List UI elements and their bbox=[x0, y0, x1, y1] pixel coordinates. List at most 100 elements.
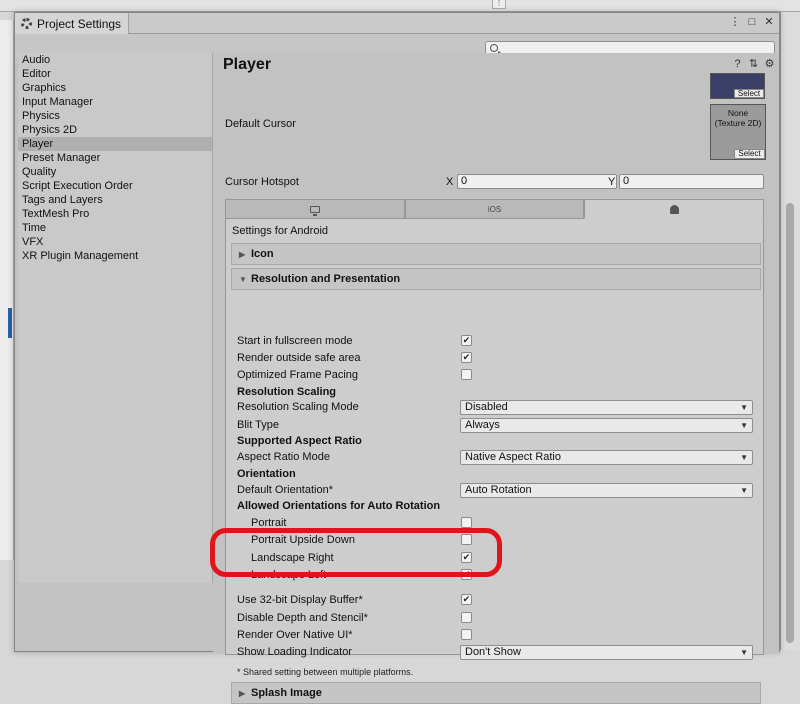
sidebar-item[interactable]: Player bbox=[18, 137, 212, 151]
icon-texture-field[interactable]: Select bbox=[710, 73, 765, 99]
resolution-foldout[interactable]: ▼ Resolution and Presentation bbox=[231, 268, 761, 290]
setting-label: Optimized Frame Pacing bbox=[237, 369, 359, 381]
tab-standalone[interactable] bbox=[225, 199, 405, 219]
maximize-icon[interactable]: □ bbox=[746, 16, 758, 29]
sidebar-item[interactable]: Audio bbox=[18, 53, 212, 67]
setting-dropdown[interactable]: Native Aspect Ratio ▼ bbox=[460, 450, 753, 465]
setting-checkbox[interactable] bbox=[461, 369, 472, 380]
splash-image-foldout[interactable]: ▶ Splash Image bbox=[231, 682, 761, 704]
default-cursor-texture-field[interactable]: None (Texture 2D) Select bbox=[710, 104, 766, 160]
background-dots-button: ⋮ bbox=[492, 0, 506, 9]
dropdown-arrow-icon: ▼ bbox=[740, 421, 748, 430]
help-icon[interactable]: ? bbox=[732, 59, 743, 70]
background-window-strip bbox=[0, 0, 800, 12]
page-title: Player bbox=[223, 56, 272, 73]
cursor-texture-select-button[interactable]: Select bbox=[734, 149, 765, 159]
platform-settings-pane: Settings for Android ▶ Icon ▼ Resolution a… bbox=[225, 219, 764, 704]
window-titlebar: Project Settings ⋮ □ ✕ bbox=[15, 13, 779, 34]
tab-ios[interactable]: iOS bbox=[404, 199, 585, 219]
monitor-icon bbox=[309, 205, 320, 216]
shared-settings-footnote: * Shared setting between multiple platfo… bbox=[237, 667, 414, 677]
sidebar-item[interactable]: Editor bbox=[18, 67, 212, 81]
icon-texture-select-button[interactable]: Select bbox=[734, 89, 764, 98]
section-subheader: Orientation bbox=[237, 468, 296, 480]
tab-android[interactable] bbox=[584, 199, 765, 219]
section-subheader: Supported Aspect Ratio bbox=[237, 435, 362, 447]
search-icon bbox=[490, 44, 498, 52]
setting-label: Start in fullscreen mode bbox=[237, 335, 353, 347]
setting-dropdown[interactable]: Disabled ▼ bbox=[460, 400, 753, 415]
setting-checkbox[interactable]: ✔ bbox=[461, 335, 472, 346]
cursor-hotspot-label: Cursor Hotspot bbox=[225, 176, 299, 188]
sidebar-item[interactable]: VFX bbox=[18, 235, 212, 249]
sidebar-item[interactable]: Script Execution Order bbox=[18, 179, 212, 193]
setting-label: Default Orientation* bbox=[237, 484, 333, 496]
sidebar-item[interactable]: TextMesh Pro bbox=[18, 207, 212, 221]
setting-dropdown[interactable]: Always ▼ bbox=[460, 418, 753, 433]
triangle-down-icon: ▼ bbox=[239, 275, 247, 284]
dropdown-arrow-icon: ▼ bbox=[740, 403, 748, 412]
vertical-scrollbar[interactable] bbox=[786, 203, 794, 643]
dropdown-value: Always bbox=[465, 419, 500, 431]
triangle-right-icon: ▶ bbox=[239, 250, 246, 259]
hotspot-y-field[interactable]: 0 bbox=[619, 174, 764, 189]
setting-label: Aspect Ratio Mode bbox=[237, 451, 330, 463]
red-annotation-highlight bbox=[210, 528, 502, 577]
setting-dropdown[interactable]: Auto Rotation ▼ bbox=[460, 483, 753, 498]
sidebar-item[interactable]: XR Plugin Management bbox=[18, 249, 212, 263]
section-subheader: Resolution Scaling bbox=[237, 386, 337, 398]
sidebar-item[interactable]: Physics bbox=[18, 109, 212, 123]
setting-label: Use 32-bit Display Buffer* bbox=[237, 594, 363, 606]
android-icon bbox=[669, 204, 679, 214]
header-icons: ? ⇅ ⚙ bbox=[732, 59, 775, 70]
gear-icon bbox=[21, 18, 32, 29]
settings-sidebar: Audio Editor Graphics Input Manager Physics P… bbox=[18, 53, 213, 583]
icon-foldout[interactable]: ▶ Icon bbox=[231, 243, 761, 265]
texture-none-text: None bbox=[727, 108, 749, 118]
dropdown-value: Native Aspect Ratio bbox=[465, 451, 561, 463]
setting-label: Resolution Scaling Mode bbox=[237, 401, 359, 413]
dropdown-arrow-icon: ▼ bbox=[740, 486, 748, 495]
hotspot-x-label: X bbox=[446, 176, 454, 188]
sidebar-item[interactable]: Preset Manager bbox=[18, 151, 212, 165]
splash-foldout-label: Splash Image bbox=[251, 687, 322, 699]
sidebar-item[interactable]: Physics 2D bbox=[18, 123, 212, 137]
hotspot-y-label: Y bbox=[608, 176, 616, 188]
background-window-left bbox=[0, 20, 14, 560]
texture-type-text: (Texture 2D) bbox=[714, 118, 762, 128]
hotspot-x-field[interactable]: 0 bbox=[457, 174, 617, 189]
window-tab[interactable]: Project Settings bbox=[15, 13, 129, 34]
settings-icon[interactable]: ⚙ bbox=[764, 59, 775, 70]
setting-checkbox[interactable]: ✔ bbox=[461, 594, 472, 605]
setting-label: Render Over Native UI* bbox=[237, 629, 353, 641]
dropdown-arrow-icon: ▼ bbox=[740, 453, 748, 462]
sidebar-item[interactable]: Graphics bbox=[18, 81, 212, 95]
sidebar-item[interactable]: Time bbox=[18, 221, 212, 235]
setting-checkbox[interactable] bbox=[461, 517, 472, 528]
setting-dropdown[interactable]: Don't Show ▼ bbox=[460, 645, 753, 660]
setting-label: Show Loading Indicator bbox=[237, 646, 352, 658]
setting-checkbox[interactable] bbox=[461, 629, 472, 640]
dropdown-value: Don't Show bbox=[465, 646, 521, 658]
triangle-right-icon: ▶ bbox=[239, 689, 246, 698]
setting-label: Blit Type bbox=[237, 419, 279, 431]
icon-foldout-label: Icon bbox=[251, 248, 274, 260]
resolution-foldout-label: Resolution and Presentation bbox=[251, 273, 401, 285]
default-cursor-label: Default Cursor bbox=[225, 118, 296, 130]
setting-checkbox[interactable]: ✔ bbox=[461, 352, 472, 363]
setting-checkbox[interactable] bbox=[461, 612, 472, 623]
presets-icon[interactable]: ⇅ bbox=[748, 59, 759, 70]
window-buttons: ⋮ □ ✕ bbox=[729, 16, 775, 29]
section-subheader: Allowed Orientations for Auto Rotation bbox=[237, 500, 441, 512]
menu-dots-icon[interactable]: ⋮ bbox=[729, 16, 741, 29]
sidebar-item[interactable]: Input Manager bbox=[18, 95, 212, 109]
sidebar-item[interactable]: Quality bbox=[18, 165, 212, 179]
platform-tabs: iOS bbox=[225, 199, 765, 219]
dropdown-value: Auto Rotation bbox=[465, 484, 532, 496]
sidebar-item[interactable]: Tags and Layers bbox=[18, 193, 212, 207]
window-title: Project Settings bbox=[37, 16, 122, 31]
settings-for-label: Settings for Android bbox=[232, 225, 329, 237]
close-icon[interactable]: ✕ bbox=[763, 16, 775, 29]
setting-label: Disable Depth and Stencil* bbox=[237, 612, 368, 624]
dropdown-value: Disabled bbox=[465, 401, 508, 413]
